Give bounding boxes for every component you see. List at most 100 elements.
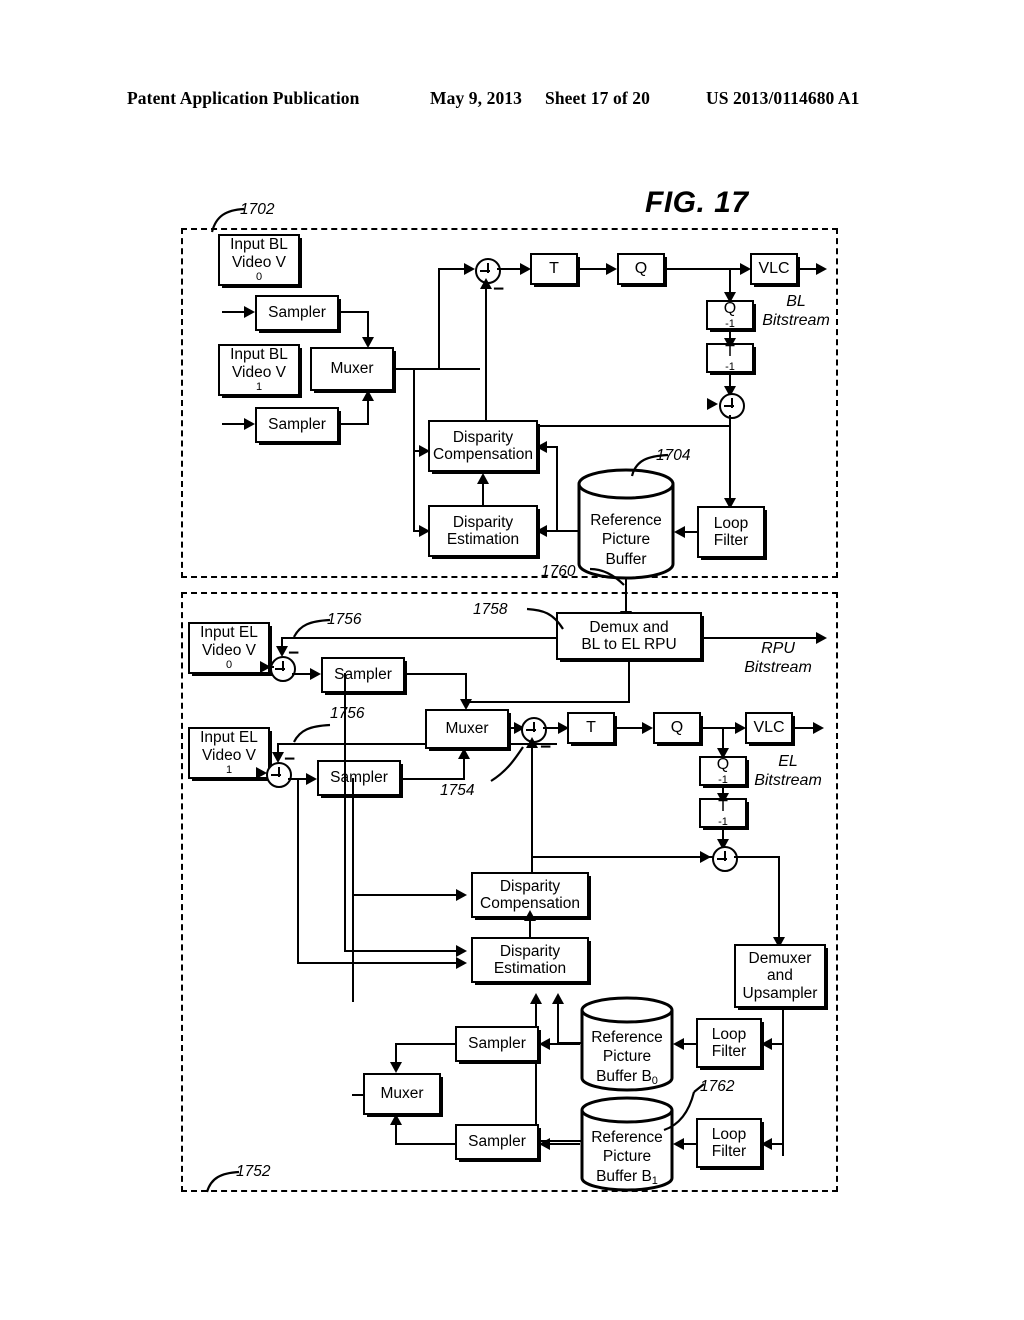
- el-demuxer-and-upsampler: Demuxer and Upsampler: [734, 944, 826, 1008]
- el-rpu-down-v: [628, 660, 631, 703]
- el-b0-to-de-v: [557, 1002, 560, 1044]
- el-dc-line1: Disparity: [499, 877, 561, 895]
- bl-vlc-label: VLC: [758, 260, 790, 278]
- bl-it-sup: -1: [725, 360, 735, 373]
- page-header: Patent Application Publication May 9, 20…: [0, 88, 1024, 112]
- bl-q-to-iq-v: [729, 268, 732, 293]
- el-lf0-line1: Loop: [711, 1025, 747, 1043]
- bl-de-line2: Estimation: [446, 531, 520, 548]
- el-de-to-dc-arrow: [524, 910, 536, 921]
- el-rpu-bs-line1: RPU: [761, 640, 795, 657]
- el-q-to-iq-v: [722, 727, 725, 750]
- bl-disparity-compensation: Disparity Compensation: [428, 420, 538, 472]
- el-sampler-b0: Sampler: [455, 1026, 539, 1062]
- bl-dc-line2: Compensation: [433, 446, 533, 463]
- el-b0-to-samp-arrow: [539, 1038, 550, 1050]
- el-rail-a-to-de-h: [344, 950, 460, 953]
- bl-muxer: Muxer: [310, 347, 394, 391]
- bl-t-to-q-arrow: [606, 263, 617, 275]
- el-demux-up-line3: Upsampler: [742, 984, 818, 1002]
- el-input-v0-box: Input EL Video V0: [188, 622, 270, 674]
- bl-inverse-quantizer: Q -1: [706, 300, 754, 330]
- el-rpu-feed-b-arrow: [272, 752, 284, 763]
- el-sampler-top-label: Sampler: [334, 666, 392, 684]
- bl-input-v0-line1: Input BL: [230, 236, 288, 254]
- el-input-v1-sub: 1: [225, 764, 233, 777]
- ref-1756-a: 1756: [327, 611, 362, 628]
- el-sampler-b1: Sampler: [455, 1124, 539, 1160]
- leader-1758: [526, 607, 564, 630]
- bl-input-v1-line1: Input BL: [230, 346, 288, 364]
- bl-sampler-top-in-arrow: [244, 306, 255, 318]
- bl-vlc-out-arrow: [816, 263, 827, 275]
- el-adder2-out-v: [778, 856, 781, 942]
- el-demux-to-lf1-arrow: [761, 1138, 772, 1150]
- el-rail-to-dc-h: [352, 894, 460, 897]
- el-demux-to-lf1-h: [770, 1143, 784, 1146]
- bl-input-v0-line2: Video V: [231, 253, 286, 271]
- el-adder-residual-minus: −: [540, 737, 552, 758]
- bl-disparity-estimation: Disparity Estimation: [428, 505, 538, 557]
- el-lf0-to-b0-h: [682, 1043, 698, 1046]
- el-inverse-transform: T -1: [699, 798, 747, 828]
- bl-mux-out-h: [394, 368, 480, 371]
- bl-sampler-bottom-in-line: [222, 423, 246, 426]
- el-adder-v0-minus: −: [288, 643, 300, 664]
- el-demux-bl-to-el-rpu: Demux and BL to EL RPU: [556, 612, 702, 660]
- el-rpu-bitstream-caption: RPU Bitstream: [730, 639, 826, 677]
- ref-1758: 1758: [473, 601, 508, 618]
- bl-bitstream-line2: Bitstream: [762, 312, 830, 330]
- el-de-line1: Disparity: [499, 942, 561, 960]
- bl-quantizer-q: Q: [617, 253, 665, 285]
- el-dc-feedback-h: [531, 856, 721, 859]
- bl-bitstream-caption: BL Bitstream: [752, 292, 840, 330]
- bl-lf-to-rpb-arrow: [674, 526, 685, 538]
- bl-input-v0-box: Input BL Video V0: [218, 234, 300, 286]
- bl-t-to-q: [578, 268, 609, 271]
- bl-transform-t: T: [530, 253, 578, 285]
- el-muxer-bottom-label: Muxer: [380, 1085, 424, 1103]
- el-vlc-label: VLC: [753, 719, 785, 737]
- el-dc-feedback-arrow: [526, 737, 538, 748]
- header-sheet: Sheet 17 of 20: [545, 88, 650, 108]
- bl-sampler-bottom-label: Sampler: [268, 416, 326, 434]
- el-t-to-q-arrow: [642, 722, 653, 734]
- bl-dc-feedback-arrow: [480, 278, 492, 289]
- el-b1-to-samp-h: [548, 1143, 580, 1146]
- bl-samp-top-to-mux-h: [339, 311, 369, 314]
- el-samp-bot-to-mux-h: [401, 778, 465, 781]
- el-rail-b-to-de-arrow: [456, 957, 467, 969]
- bl-sampler-bottom: Sampler: [255, 407, 339, 443]
- bl-rpb-to-de-arrow: [536, 525, 547, 537]
- ref-1752: 1752: [236, 1163, 271, 1180]
- el-input-v0-line1: Input EL: [200, 624, 258, 642]
- ref-1754: 1754: [440, 782, 475, 799]
- el-disparity-estimation: Disparity Estimation: [471, 937, 589, 983]
- el-muxbot-out-h: [352, 1094, 365, 1097]
- el-sampb0-to-mux-arrow: [390, 1062, 402, 1073]
- leader-1760: [589, 567, 625, 586]
- bl-vlc: VLC: [750, 253, 798, 285]
- el-vlc: VLC: [745, 712, 793, 744]
- el-b1-to-de-v: [535, 1002, 538, 1142]
- el-rail-to-dc-arrow: [456, 889, 467, 901]
- bl-samp-top-to-mux-arrow: [362, 337, 374, 348]
- ref-1762: 1762: [700, 1078, 735, 1095]
- bl-sampler-bottom-in-arrow: [244, 418, 255, 430]
- header-publication: Patent Application Publication: [127, 88, 360, 108]
- el-muxer-top-label: Muxer: [445, 720, 489, 738]
- el-input-v1-line2: Video V: [201, 746, 256, 764]
- el-b1-to-samp-arrow: [539, 1138, 550, 1150]
- el-transform-label: T: [586, 719, 596, 737]
- el-t-to-q: [615, 727, 645, 730]
- el-sampb0-to-mux-h: [395, 1043, 457, 1046]
- bl-loop-filter: Loop Filter: [697, 506, 765, 558]
- bl-rpb-to-dc-h: [546, 446, 558, 449]
- bl-input-v1-box: Input BL Video V1: [218, 344, 300, 396]
- el-de-line2: Estimation: [493, 960, 567, 977]
- leader-1756b: [293, 723, 331, 743]
- bl-sampler-top-in-line: [222, 311, 246, 314]
- el-sampler-bottom-label: Sampler: [330, 769, 388, 787]
- ref-1704: 1704: [656, 447, 691, 464]
- ref-1760: 1760: [541, 563, 576, 580]
